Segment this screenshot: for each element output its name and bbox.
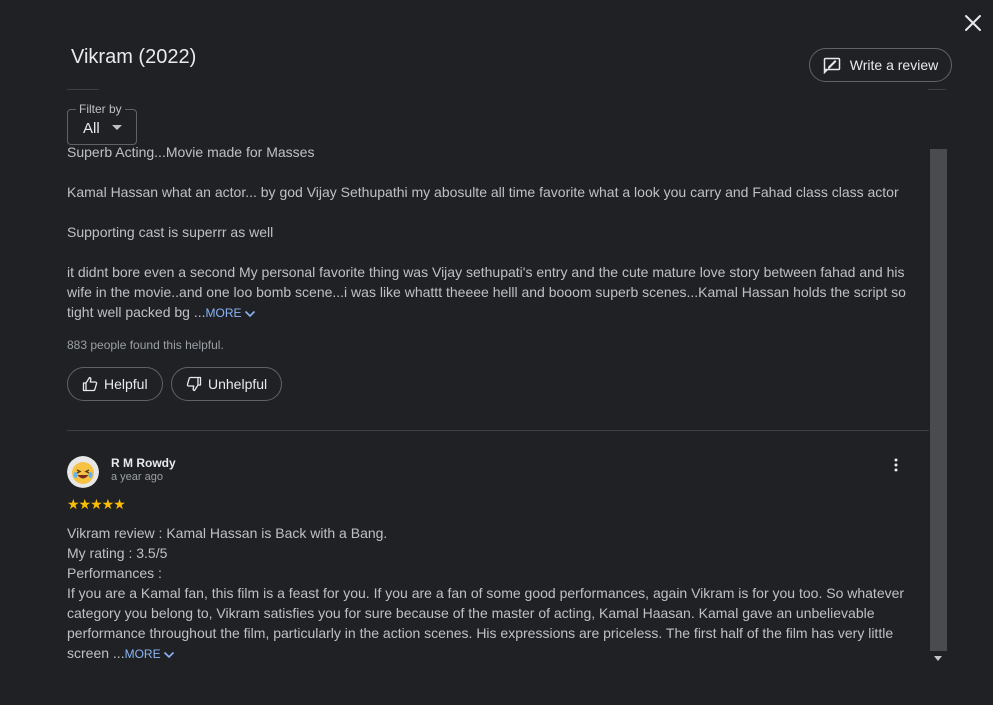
caret-down-icon — [112, 125, 122, 130]
thumbs-down-icon — [186, 376, 202, 392]
reviews-list[interactable]: Superb Acting...Movie made for Masses Ka… — [67, 145, 929, 666]
more-link[interactable]: MORE — [125, 647, 175, 661]
write-review-label: Write a review — [849, 57, 939, 73]
review-text-line: Performances : — [67, 565, 162, 581]
chevron-down-icon — [163, 651, 174, 658]
unhelpful-label: Unhelpful — [208, 376, 268, 392]
divider — [67, 89, 99, 90]
star-rating: ★★★★★ — [67, 496, 126, 512]
avatar[interactable] — [67, 456, 99, 488]
page-title: Vikram (2022) — [71, 46, 197, 68]
divider — [928, 89, 946, 90]
scrollbar-thumb[interactable] — [930, 149, 947, 651]
review-author[interactable]: R M Rowdy — [111, 456, 176, 470]
helpful-label: Helpful — [104, 376, 148, 392]
close-button[interactable] — [962, 12, 984, 34]
review-text: it didnt bore even a second My personal … — [67, 264, 906, 320]
review-date: a year ago — [111, 471, 163, 483]
more-label: MORE — [124, 647, 161, 661]
unhelpful-button[interactable]: Unhelpful — [171, 367, 283, 401]
filter-dropdown[interactable]: Filter by All — [67, 102, 137, 145]
more-options-button[interactable] — [889, 457, 903, 473]
write-review-button[interactable]: Write a review — [809, 48, 952, 82]
filter-label: Filter by — [76, 102, 125, 116]
chevron-down-icon — [244, 310, 255, 317]
review-text: If you are a Kamal fan, this film is a f… — [67, 585, 905, 661]
more-link[interactable]: MORE — [206, 306, 256, 320]
thumbs-up-icon — [82, 376, 98, 392]
more-vert-icon — [894, 458, 898, 472]
edit-review-icon — [823, 57, 841, 74]
review-text-line: Kamal Hassan what an actor... by god Vij… — [67, 184, 899, 200]
helpful-count: 883 people found this helpful. — [67, 338, 224, 352]
review-text-paragraph: it didnt bore even a second My personal … — [67, 262, 912, 323]
scrollbar[interactable] — [930, 149, 947, 667]
review-text-line: Vikram review : Kamal Hassan is Back wit… — [67, 525, 388, 541]
review-text-line: Superb Acting...Movie made for Masses — [67, 145, 315, 160]
review-text-line: Supporting cast is superrr as well — [67, 224, 274, 240]
helpful-button[interactable]: Helpful — [67, 367, 163, 401]
close-icon — [965, 15, 981, 31]
scroll-down-arrow-icon[interactable] — [934, 656, 942, 661]
review-text-line: My rating : 3.5/5 — [67, 545, 168, 561]
laughing-emoji-avatar-icon — [67, 456, 99, 488]
review-divider — [67, 430, 929, 431]
more-label: MORE — [205, 306, 242, 320]
review-text-paragraph: If you are a Kamal fan, this film is a f… — [67, 583, 912, 664]
filter-value: All — [83, 120, 100, 137]
